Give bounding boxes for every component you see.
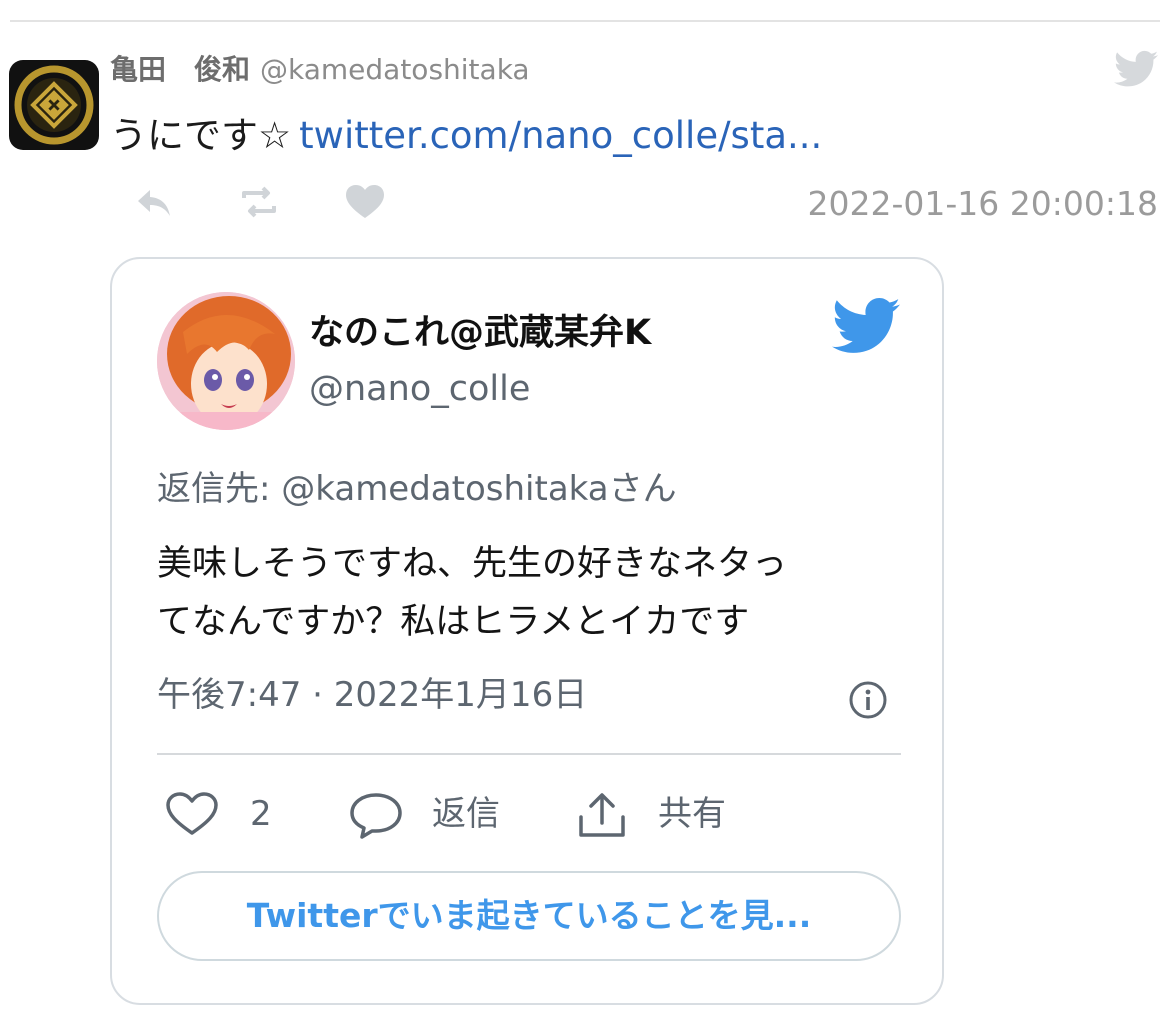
twitter-bird-icon[interactable] — [1114, 50, 1158, 88]
info-icon[interactable] — [847, 679, 889, 721]
reply-to-line[interactable]: 返信先: @kamedatoshitakaさん — [157, 467, 677, 511]
share-stat[interactable]: 共有 — [576, 791, 756, 837]
comment-icon — [350, 793, 402, 839]
tweet-link[interactable]: twitter.com/nano_colle/sta... — [299, 114, 822, 157]
card-divider — [157, 753, 901, 755]
reply-stat[interactable]: 返信 — [348, 791, 528, 839]
embed-handle[interactable]: @nano_colle — [309, 367, 530, 411]
tweet-text: うにです☆ twitter.com/nano_colle/sta... — [110, 112, 822, 160]
like-icon[interactable] — [342, 180, 388, 224]
embed-body-line: てなんですか？私はヒラメとイカです — [157, 602, 750, 642]
reply-label: 返信 — [432, 794, 500, 834]
embed-body-line: 美味しそうですね、先生の好きなネタっ — [157, 544, 788, 584]
crest-icon — [14, 65, 94, 145]
retweet-icon[interactable] — [236, 180, 282, 224]
like-stat[interactable]: 2 — [164, 791, 294, 837]
anime-avatar-icon — [157, 292, 295, 430]
embed-time[interactable]: 午後7:47 · 2022年1月16日 — [157, 673, 587, 717]
share-label: 共有 — [658, 794, 726, 834]
tweet-body: うにです☆ — [110, 114, 292, 157]
author-line: 亀田 俊和 @kamedatoshitaka — [110, 52, 530, 88]
like-count: 2 — [250, 794, 272, 834]
reply-icon[interactable] — [130, 180, 176, 224]
embed-body: 美味しそうですね、先生の好きなネタっ てなんですか？私はヒラメとイカです — [157, 535, 787, 651]
author-handle[interactable]: @kamedatoshitaka — [260, 53, 530, 86]
see-whats-happening-button[interactable]: Twitterでいま起きていることを見... — [157, 871, 901, 961]
embed-avatar[interactable] — [157, 292, 295, 430]
author-avatar[interactable] — [9, 60, 99, 150]
tweet-timestamp: 2022-01-16 20:00:18 — [807, 184, 1158, 223]
heart-outline-icon — [166, 792, 218, 835]
author-name[interactable]: 亀田 俊和 — [110, 53, 250, 86]
embed-display-name[interactable]: なのこれ@武蔵某弁K — [309, 311, 651, 355]
share-icon — [579, 793, 625, 837]
twitter-bird-icon[interactable] — [832, 297, 900, 355]
embedded-tweet-card[interactable]: なのこれ@武蔵某弁K @nano_colle 返信先: @kamedatoshi… — [110, 257, 944, 1005]
top-divider — [10, 20, 1160, 22]
